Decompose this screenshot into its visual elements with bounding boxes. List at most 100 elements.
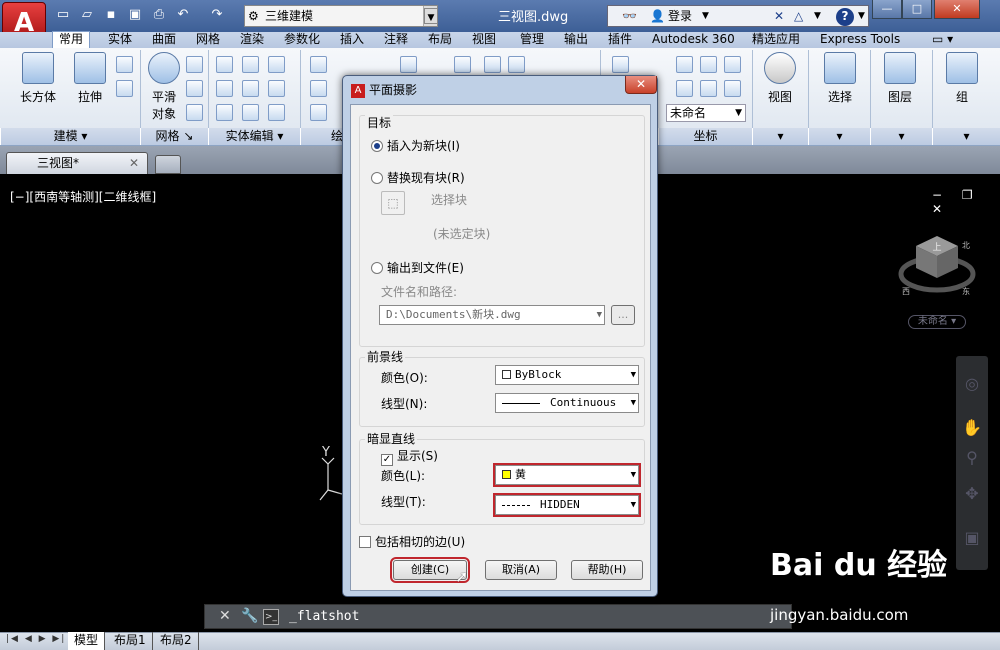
pan-hand-icon[interactable]: ✋ <box>962 418 982 438</box>
tab-home[interactable]: 常用 <box>52 31 91 49</box>
close-icon[interactable]: ✕ <box>219 608 231 624</box>
steering-wheel-icon[interactable]: ◎ <box>962 374 982 394</box>
layers-button[interactable]: 图层 <box>878 52 922 105</box>
tab-parametric[interactable]: 参数化 <box>284 32 320 48</box>
solid-edit-icon[interactable] <box>268 104 285 121</box>
qat-dropdown[interactable]: ▼ <box>424 8 438 24</box>
browse-button[interactable]: ... <box>611 305 635 325</box>
panel-coordinates-label[interactable]: 坐标 <box>658 128 752 145</box>
tab-solid[interactable]: 实体 <box>108 32 132 48</box>
tab-annotate[interactable]: 注释 <box>384 32 408 48</box>
view-button[interactable]: 视图 <box>758 52 802 105</box>
showmotion-icon[interactable]: ▣ <box>962 528 982 548</box>
wrench-icon[interactable]: 🔧 <box>241 608 258 624</box>
panel-mesh-label[interactable]: 网格 ↘ <box>140 128 208 145</box>
draw-tool-icon[interactable] <box>310 80 327 97</box>
zoom-icon[interactable]: ⚲ <box>962 448 982 468</box>
solid-edit-icon[interactable] <box>216 56 233 73</box>
panel-view-label[interactable]: ▾ <box>752 128 808 145</box>
viewport-controls-label[interactable]: [−][西南等轴测][二维线框] <box>10 188 156 205</box>
tab-manage[interactable]: 管理 <box>520 32 544 48</box>
panel-groups-label[interactable]: ▾ <box>932 128 1000 145</box>
save-icon[interactable]: ▪ <box>102 6 120 24</box>
document-tab[interactable]: 三视图* ✕ <box>6 152 148 174</box>
groups-button[interactable]: 组 <box>940 52 984 105</box>
autodesk-online-icon[interactable]: △ <box>794 8 803 24</box>
include-tangent-checkbox[interactable]: 包括相切的边(U) <box>359 533 465 550</box>
new-file-icon[interactable]: ▭ <box>54 6 72 24</box>
radio-insert-new-block[interactable]: 插入为新块(I) <box>371 137 460 154</box>
mesh-tool-icon[interactable] <box>186 56 203 73</box>
solid-edit-icon[interactable] <box>242 104 259 121</box>
solid-tool-icon[interactable] <box>116 80 133 97</box>
tab-express-tools[interactable]: Express Tools <box>820 32 900 48</box>
tab-view[interactable]: 视图 <box>472 32 496 48</box>
radio-replace-block[interactable]: 替换现有块(R) <box>371 169 465 186</box>
help-icon[interactable]: ? <box>836 8 854 26</box>
ucs-icon[interactable] <box>724 56 741 73</box>
extrude-button[interactable]: 拉伸 <box>72 52 108 105</box>
chevron-down-icon[interactable]: ▼ <box>702 8 709 24</box>
tab-model[interactable]: 模型 <box>68 632 106 650</box>
move-icon[interactable] <box>454 56 471 73</box>
select-block-button[interactable]: ⬚ <box>381 191 405 215</box>
file-path-input[interactable]: D:\Documents\新块.dwg ▼ <box>379 305 605 325</box>
draw-tool-icon[interactable] <box>310 56 327 73</box>
solid-edit-icon[interactable] <box>268 80 285 97</box>
solid-edit-icon[interactable] <box>242 80 259 97</box>
tab-featured-apps[interactable]: 精选应用 <box>752 32 800 48</box>
ucs-icon[interactable] <box>700 56 717 73</box>
ob-linetype-select[interactable]: HIDDEN ▼ <box>493 493 641 517</box>
box-button[interactable]: 长方体 <box>18 52 58 105</box>
maximize-button[interactable]: □ <box>902 0 932 19</box>
tab-autodesk360[interactable]: Autodesk 360 <box>652 32 735 48</box>
exchange-icon[interactable]: ✕ <box>774 8 784 24</box>
modify-tool-icon[interactable] <box>400 56 417 73</box>
minimize-button[interactable]: — <box>872 0 902 19</box>
chevron-down-icon[interactable]: ▼ <box>814 8 821 24</box>
radio-export-file[interactable]: 输出到文件(E) <box>371 259 464 276</box>
help-button[interactable]: 帮助(H) <box>571 560 643 580</box>
new-tab-button[interactable] <box>155 155 181 174</box>
ucs-icon[interactable] <box>700 80 717 97</box>
ribbon-toggle-icon[interactable]: ▭ ▾ <box>932 32 953 48</box>
panel-solid-edit-label[interactable]: 实体编辑 ▾ <box>208 128 300 145</box>
panel-selection-label[interactable]: ▾ <box>808 128 870 145</box>
solid-edit-icon[interactable] <box>242 56 259 73</box>
command-input[interactable]: _flatshot <box>289 609 359 624</box>
close-tab-icon[interactable]: ✕ <box>129 153 139 173</box>
mesh-tool-icon[interactable] <box>186 80 203 97</box>
tab-output[interactable]: 输出 <box>564 32 588 48</box>
ob-color-select[interactable]: 黄 ▼ <box>493 463 641 487</box>
viewport-window-controls[interactable]: − ❐ ✕ <box>932 188 1000 216</box>
mesh-tool-icon[interactable] <box>186 104 203 121</box>
panel-layers-label[interactable]: ▾ <box>870 128 932 145</box>
tab-layout1[interactable]: 布局1 <box>108 632 153 650</box>
ucs-icon[interactable] <box>676 80 693 97</box>
tab-render[interactable]: 渲染 <box>240 32 264 48</box>
solid-edit-icon[interactable] <box>216 104 233 121</box>
undo-icon[interactable]: ↶ <box>174 6 192 24</box>
fg-color-select[interactable]: ByBlock ▼ <box>495 365 639 385</box>
workspace-selector[interactable]: ⚙ 三维建模 ▼ <box>244 5 438 27</box>
draw-tool-icon[interactable] <box>310 104 327 121</box>
command-prompt-icon[interactable]: >_ <box>263 609 279 625</box>
tab-mesh[interactable]: 网格 <box>196 32 220 48</box>
light-icon[interactable] <box>612 56 629 73</box>
open-folder-icon[interactable]: ▱ <box>78 6 96 24</box>
cancel-button[interactable]: 取消(A) <box>485 560 557 580</box>
selection-button[interactable]: 选择 <box>818 52 862 105</box>
login-link[interactable]: 登录 <box>668 8 692 24</box>
print-icon[interactable]: ⎙ <box>150 6 168 24</box>
fg-linetype-select[interactable]: Continuous ▼ <box>495 393 639 413</box>
line-style-icon[interactable] <box>508 56 525 73</box>
solid-tool-icon[interactable] <box>116 56 133 73</box>
ucs-icon[interactable] <box>676 56 693 73</box>
tab-surface[interactable]: 曲面 <box>152 32 176 48</box>
save-as-icon[interactable]: ▣ <box>126 6 144 24</box>
tab-insert[interactable]: 插入 <box>340 32 364 48</box>
solid-edit-icon[interactable] <box>268 56 285 73</box>
viewcube[interactable]: 上 北 西 东 <box>898 232 976 302</box>
ucs-menu-badge[interactable]: 未命名 ▾ <box>908 315 966 329</box>
panel-modeling-label[interactable]: 建模 ▾ <box>0 128 140 145</box>
